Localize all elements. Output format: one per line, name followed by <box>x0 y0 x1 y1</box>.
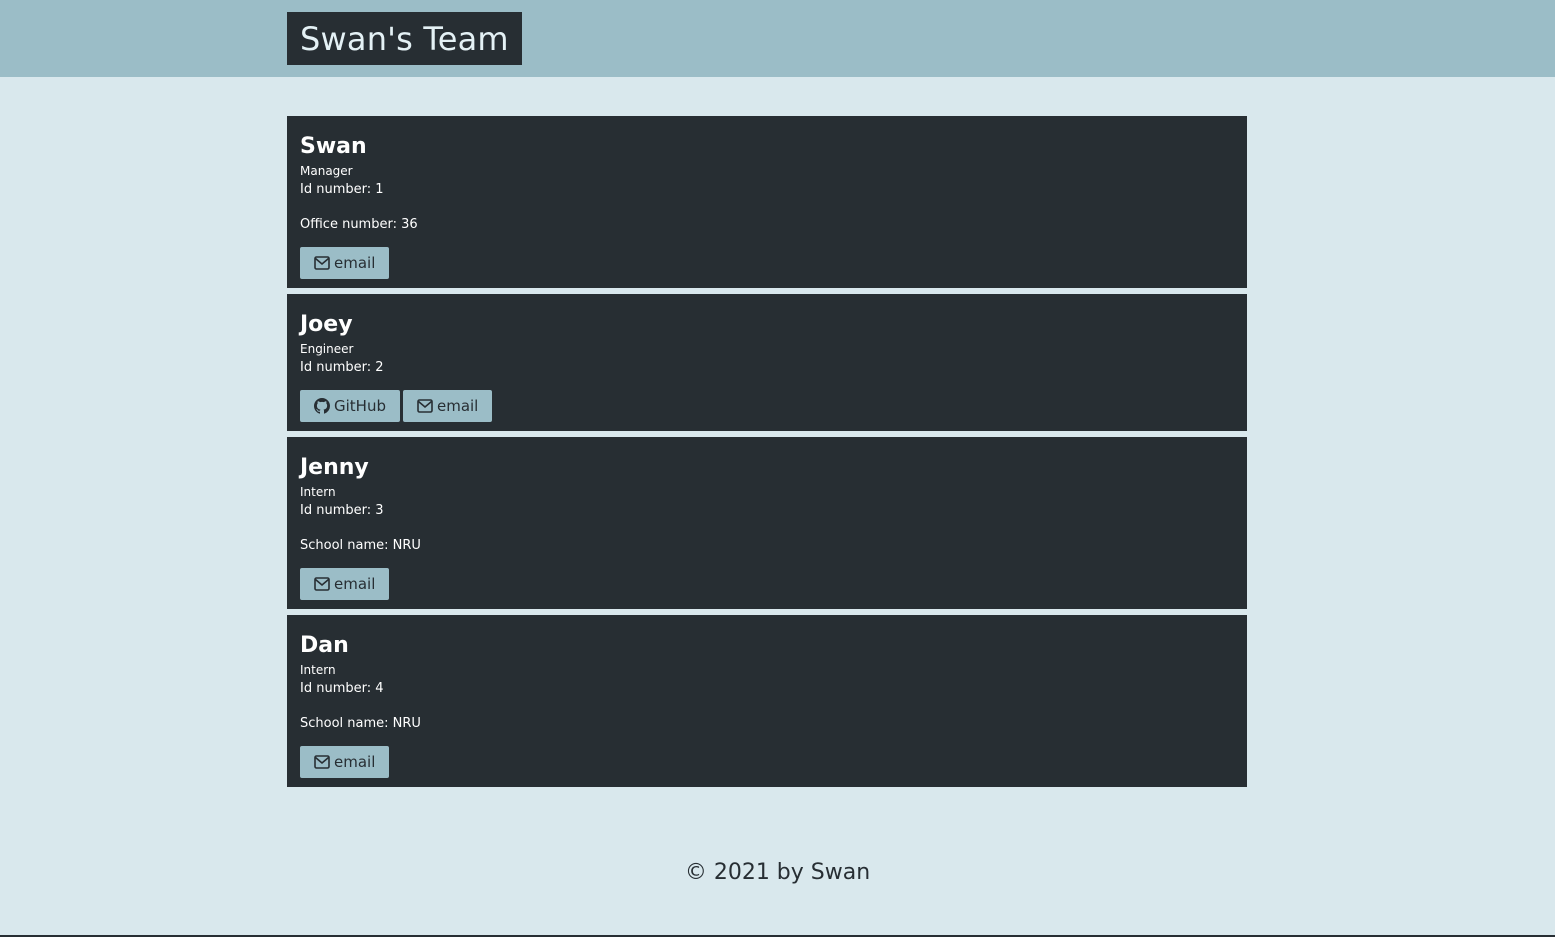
member-actions: GitHub email <box>300 390 1234 422</box>
email-button[interactable]: email <box>402 390 493 422</box>
member-school-name: School name: NRU <box>300 538 421 553</box>
mail-icon <box>417 399 433 413</box>
email-button[interactable]: email <box>300 568 390 600</box>
team-card: Dan Intern Id number: 4 School name: NRU… <box>287 615 1247 787</box>
mail-icon <box>314 256 330 270</box>
member-office-number: Office number: 36 <box>300 217 418 232</box>
team-card: Joey Engineer Id number: 2 GitHub email <box>287 294 1247 431</box>
member-role: Intern <box>300 663 336 677</box>
email-button[interactable]: email <box>300 746 390 778</box>
github-icon <box>314 398 330 414</box>
mail-icon <box>314 577 330 591</box>
github-button[interactable]: GitHub <box>300 390 400 422</box>
header-bar <box>0 0 1555 77</box>
page-title: Swan's Team <box>300 19 509 58</box>
email-button[interactable]: email <box>300 247 390 279</box>
team-title-box: Swan's Team <box>287 12 522 65</box>
team-card-list: Swan Manager Id number: 1 Office number:… <box>287 116 1247 793</box>
footer-copyright: © 2021 by Swan <box>684 860 871 885</box>
member-actions: email <box>300 247 1234 279</box>
team-card: Swan Manager Id number: 1 Office number:… <box>287 116 1247 288</box>
mail-icon <box>314 755 330 769</box>
member-id: Id number: 3 <box>300 503 384 518</box>
member-id: Id number: 2 <box>300 360 384 375</box>
member-id: Id number: 4 <box>300 681 384 696</box>
email-button-label: email <box>334 254 376 272</box>
member-name: Swan <box>300 134 367 159</box>
member-role: Intern <box>300 485 336 499</box>
email-button-label: email <box>334 753 376 771</box>
email-button-label: email <box>334 575 376 593</box>
member-actions: email <box>300 568 1234 600</box>
member-name: Jenny <box>300 455 369 480</box>
member-name: Dan <box>300 633 349 658</box>
github-button-label: GitHub <box>334 397 386 415</box>
member-role: Manager <box>300 164 353 178</box>
member-id: Id number: 1 <box>300 182 384 197</box>
email-button-label: email <box>436 397 479 415</box>
member-name: Joey <box>300 312 353 337</box>
member-school-name: School name: NRU <box>300 716 421 731</box>
team-card: Jenny Intern Id number: 3 School name: N… <box>287 437 1247 609</box>
member-actions: email <box>300 746 1234 778</box>
member-role: Engineer <box>300 342 354 356</box>
